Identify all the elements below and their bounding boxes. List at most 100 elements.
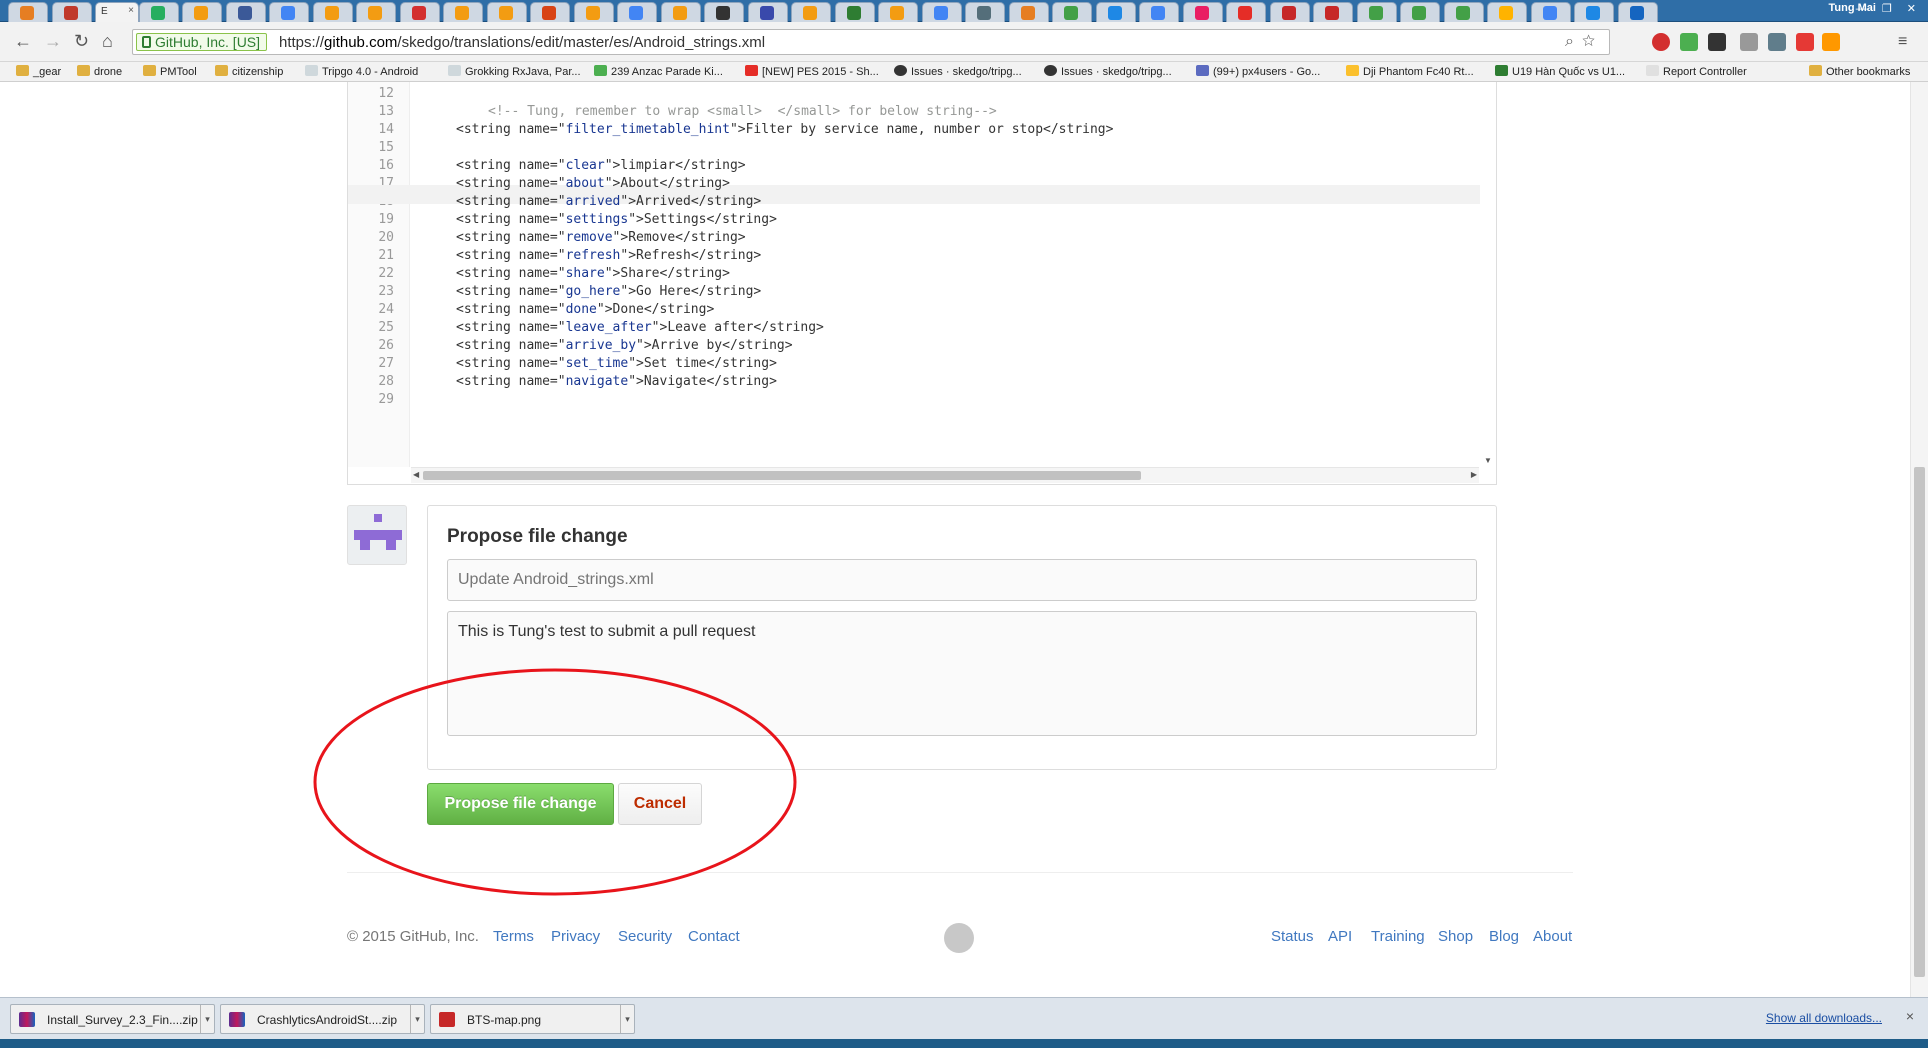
browser-tab[interactable] — [182, 2, 222, 22]
browser-tab[interactable] — [791, 2, 831, 22]
tab-close-icon[interactable]: × — [128, 5, 134, 16]
browser-tab[interactable] — [8, 2, 48, 22]
browser-tab[interactable] — [878, 2, 918, 22]
download-item[interactable]: BTS-map.png ▾ — [430, 1004, 635, 1034]
bookmark-item[interactable]: Other bookmarks — [1809, 65, 1910, 78]
github-octocat-icon[interactable] — [944, 923, 974, 953]
extension-quote-icon[interactable] — [1740, 33, 1758, 51]
browser-tab[interactable] — [921, 2, 962, 22]
editor-vertical-scrollbar[interactable]: ▼ — [1480, 82, 1496, 467]
extension-pocket-icon[interactable] — [1768, 33, 1786, 51]
horizontal-scroll-thumb[interactable] — [423, 471, 1141, 480]
extension-stop-icon[interactable] — [1652, 33, 1670, 51]
code-line[interactable]: <string name="about">About</string> — [456, 176, 730, 191]
browser-tab[interactable] — [1095, 2, 1136, 22]
code-line[interactable]: <string name="refresh">Refresh</string> — [456, 248, 761, 263]
browser-tab[interactable] — [51, 2, 92, 22]
browser-tab[interactable] — [660, 2, 701, 22]
download-menu-arrow-icon[interactable]: ▾ — [410, 1005, 424, 1033]
footer-link-privacy[interactable]: Privacy — [551, 928, 600, 945]
page-scroll-thumb[interactable] — [1914, 467, 1925, 977]
browser-tab[interactable] — [617, 2, 657, 22]
code-line[interactable]: <string name="clear">limpiar</string> — [456, 158, 746, 173]
code-line[interactable]: <!--English strings --> — [456, 82, 636, 83]
code-line[interactable]: <string name="go_here">Go Here</string> — [456, 284, 761, 299]
browser-tab[interactable] — [1269, 2, 1310, 22]
commit-summary-input[interactable] — [447, 559, 1477, 601]
bookmark-item[interactable]: (99+) px4users - Go... — [1196, 65, 1320, 78]
footer-link-status[interactable]: Status — [1271, 928, 1314, 945]
browser-tab[interactable] — [399, 2, 440, 22]
bookmark-item[interactable]: U19 Hàn Quốc vs U1... — [1495, 65, 1625, 78]
browser-tab[interactable] — [1356, 2, 1397, 22]
back-arrow-icon[interactable]: ← — [14, 31, 32, 52]
code-line[interactable]: <string name="filter_timetable_hint">Fil… — [456, 122, 1113, 137]
code-line[interactable]: <string name="arrived">Arrived</string> — [456, 194, 761, 209]
browser-tab[interactable] — [1313, 2, 1353, 22]
bookmark-item[interactable]: 239 Anzac Parade Ki... — [594, 65, 723, 78]
browser-tab[interactable] — [1574, 2, 1614, 22]
forward-arrow-icon[interactable]: → — [44, 31, 62, 52]
footer-link-shop[interactable]: Shop — [1438, 928, 1473, 945]
browser-tab[interactable] — [312, 2, 353, 22]
browser-tab[interactable] — [834, 2, 875, 22]
browser-tab[interactable] — [225, 2, 266, 22]
star-icon[interactable]: ☆ — [1582, 33, 1603, 50]
browser-tab[interactable] — [1443, 2, 1484, 22]
extension-k-icon[interactable] — [1822, 33, 1840, 51]
browser-tab[interactable] — [965, 2, 1005, 22]
browser-tab[interactable] — [486, 2, 527, 22]
browser-tab[interactable] — [1182, 2, 1223, 22]
bookmark-item[interactable]: Issues · skedgo/tripg... — [894, 65, 1022, 78]
browser-tab[interactable] — [747, 2, 788, 22]
download-menu-arrow-icon[interactable]: ▾ — [620, 1005, 634, 1033]
bookmark-item[interactable]: PMTool — [143, 65, 197, 78]
scroll-left-arrow-icon[interactable]: ◀ — [413, 470, 419, 479]
browser-tab[interactable] — [1052, 2, 1092, 22]
home-icon[interactable]: ⌂ — [102, 31, 113, 52]
bookmark-item[interactable]: drone — [77, 65, 122, 78]
code-line[interactable]: <string name="set_time">Set time</string… — [456, 356, 777, 371]
ev-certificate-badge[interactable]: GitHub, Inc. [US] — [136, 33, 268, 51]
footer-link-terms[interactable]: Terms — [493, 928, 534, 945]
browser-tab[interactable] — [138, 2, 179, 22]
browser-tab[interactable] — [530, 2, 570, 22]
bookmark-item[interactable]: Tripgo 4.0 - Android — [305, 65, 418, 78]
bookmark-item[interactable]: Dji Phantom Fc40 Rt... — [1346, 65, 1474, 78]
code-line[interactable]: <string name="leave_after">Leave after</… — [456, 320, 824, 335]
footer-link-security[interactable]: Security — [618, 928, 672, 945]
browser-tab[interactable] — [1530, 2, 1571, 22]
editor-horizontal-scrollbar[interactable]: ◀ ▶ — [411, 467, 1479, 483]
tab-active[interactable]: E × — [95, 2, 139, 22]
browser-tab[interactable] — [1226, 2, 1266, 22]
reload-icon[interactable]: ↻ — [74, 31, 89, 52]
footer-link-blog[interactable]: Blog — [1489, 928, 1519, 945]
browser-tab[interactable] — [1008, 2, 1049, 22]
browser-tab[interactable] — [1400, 2, 1440, 22]
code-line[interactable]: <string name="settings">Settings</string… — [456, 212, 777, 227]
close-icon[interactable]: × — [1906, 1008, 1914, 1024]
bookmark-item[interactable]: Report Controller — [1646, 65, 1747, 78]
code-line[interactable]: <string name="navigate">Navigate</string… — [456, 374, 777, 389]
browser-tab[interactable] — [1487, 2, 1527, 22]
extension-lastpass-icon[interactable] — [1796, 33, 1814, 51]
code-line[interactable]: <!-- Tung, remember to wrap <small> </sm… — [488, 104, 997, 119]
browser-tab[interactable] — [1139, 2, 1179, 22]
code-editor[interactable]: 11121314151617181920212223242526272829 <… — [347, 82, 1497, 485]
download-item[interactable]: CrashlyticsAndroidSt....zip ▾ — [220, 1004, 425, 1034]
menu-icon[interactable]: ≡ — [1898, 33, 1916, 51]
browser-tab[interactable] — [356, 2, 396, 22]
scroll-right-arrow-icon[interactable]: ▶ — [1471, 470, 1477, 479]
extension-evernote-icon[interactable] — [1680, 33, 1698, 51]
footer-link-training[interactable]: Training — [1371, 928, 1425, 945]
address-bar[interactable]: GitHub, Inc. [US] https://github.com/ske… — [132, 29, 1610, 55]
browser-tab[interactable] — [1617, 2, 1658, 22]
browser-tab[interactable] — [269, 2, 309, 22]
bookmark-item[interactable]: citizenship — [215, 65, 283, 78]
bookmark-item[interactable]: [NEW] PES 2015 - Sh... — [745, 65, 879, 78]
code-line[interactable]: <string name="arrive_by">Arrive by</stri… — [456, 338, 793, 353]
code-line[interactable]: <string name="remove">Remove</string> — [456, 230, 746, 245]
footer-link-about[interactable]: About — [1533, 928, 1572, 945]
bookmark-item[interactable]: Issues · skedgo/tripg... — [1044, 65, 1172, 78]
bookmark-item[interactable]: Grokking RxJava, Par... — [448, 65, 581, 78]
